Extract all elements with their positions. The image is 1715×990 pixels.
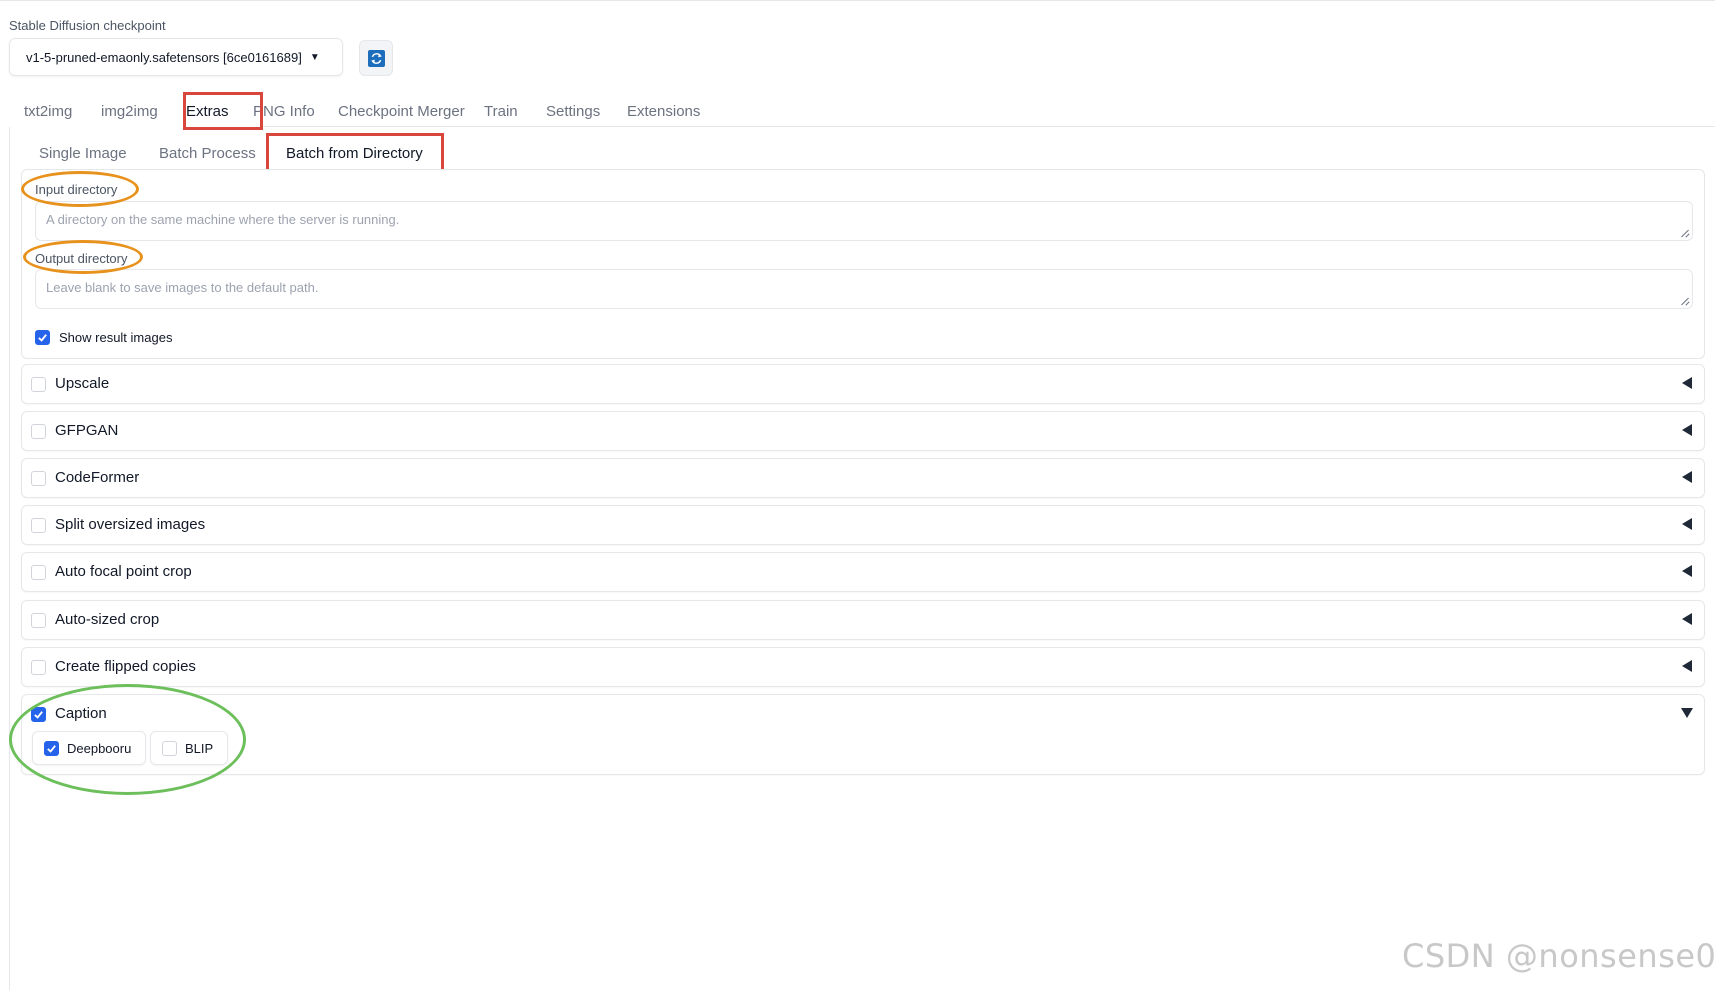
caption-checkbox[interactable] [31,707,46,722]
accordion-label: Auto-sized crop [55,611,160,628]
accordion-label: Split oversized images [55,516,206,533]
blip-label: BLIP [185,741,214,756]
accordion-upscale[interactable]: Upscale [21,364,1705,404]
checkpoint-value: v1-5-pruned-emaonly.safetensors [6ce0161… [26,49,302,65]
accordion-label: GFPGAN [55,422,119,439]
tab-img2img[interactable]: img2img [101,96,158,128]
split-oversized-checkbox[interactable] [31,518,46,533]
accordion-label: Auto focal point crop [55,563,192,580]
subtab-batch-process[interactable]: Batch Process [159,144,256,164]
auto-focal-crop-checkbox[interactable] [31,565,46,580]
show-result-images-label: Show result images [59,330,173,345]
collapse-arrow-icon[interactable] [1680,376,1694,390]
check-icon [34,711,43,719]
gfpgan-checkbox[interactable] [31,424,46,439]
output-directory-label: Output directory [35,251,128,266]
accordion-split-oversized[interactable]: Split oversized images [21,505,1705,545]
deepbooru-label: Deepbooru [67,741,132,756]
tab-train[interactable]: Train [484,96,518,128]
resize-grip-icon[interactable] [1681,229,1689,237]
tab-checkpoint-merger[interactable]: Checkpoint Merger [338,96,465,128]
top-border [0,0,1715,1]
deepbooru-option[interactable]: Deepbooru [32,731,146,765]
input-directory-field[interactable]: A directory on the same machine where th… [35,201,1693,241]
tab-png-info[interactable]: PNG Info [253,96,315,128]
input-directory-placeholder: A directory on the same machine where th… [46,212,400,227]
collapse-arrow-icon[interactable] [1680,659,1694,673]
codeformer-checkbox[interactable] [31,471,46,486]
show-result-images-checkbox[interactable] [35,330,50,345]
accordion-codeformer[interactable]: CodeFormer [21,458,1705,498]
expand-arrow-icon[interactable] [1680,706,1694,720]
auto-sized-crop-checkbox[interactable] [31,613,46,628]
accordion-caption[interactable]: Caption Deepbooru BLIP [21,694,1705,775]
blip-option[interactable]: BLIP [150,731,228,765]
collapse-arrow-icon[interactable] [1680,612,1694,626]
input-directory-label: Input directory [35,182,118,197]
output-directory-placeholder: Leave blank to save images to the defaul… [46,280,319,295]
accordion-label: CodeFormer [55,469,140,486]
output-directory-field[interactable]: Leave blank to save images to the defaul… [35,269,1693,309]
tab-settings[interactable]: Settings [546,96,600,128]
accordion-label: Upscale [55,375,110,392]
refresh-icon [367,49,385,67]
tab-txt2img[interactable]: txt2img [24,96,72,128]
checkpoint-dropdown[interactable]: v1-5-pruned-emaonly.safetensors [6ce0161… [9,38,343,76]
resize-grip-icon[interactable] [1681,297,1689,305]
check-icon [47,745,56,753]
accordion-gfpgan[interactable]: GFPGAN [21,411,1705,451]
deepbooru-checkbox[interactable] [44,741,59,756]
collapse-arrow-icon[interactable] [1680,564,1694,578]
check-icon [38,334,47,342]
tab-extras[interactable]: Extras [186,96,229,128]
subtab-batch-from-directory[interactable]: Batch from Directory [286,144,423,164]
tab-extensions[interactable]: Extensions [627,96,700,128]
accordion-label: Caption [55,705,107,722]
blip-checkbox[interactable] [162,741,177,756]
accordion-flipped-copies[interactable]: Create flipped copies [21,647,1705,687]
upscale-checkbox[interactable] [31,377,46,392]
watermark: CSDN @nonsense07 [1402,937,1715,975]
accordion-label: Create flipped copies [55,658,196,675]
dropdown-caret-icon: ▼ [309,51,320,63]
subtab-single-image[interactable]: Single Image [39,144,127,164]
refresh-checkpoint-button[interactable] [359,40,393,76]
collapse-arrow-icon[interactable] [1680,470,1694,484]
accordion-auto-focal-crop[interactable]: Auto focal point crop [21,552,1705,592]
flipped-copies-checkbox[interactable] [31,660,46,675]
collapse-arrow-icon[interactable] [1680,423,1694,437]
directory-settings-box [21,169,1705,359]
collapse-arrow-icon[interactable] [1680,517,1694,531]
accordion-auto-sized-crop[interactable]: Auto-sized crop [21,600,1705,640]
checkpoint-label: Stable Diffusion checkpoint [9,18,166,33]
